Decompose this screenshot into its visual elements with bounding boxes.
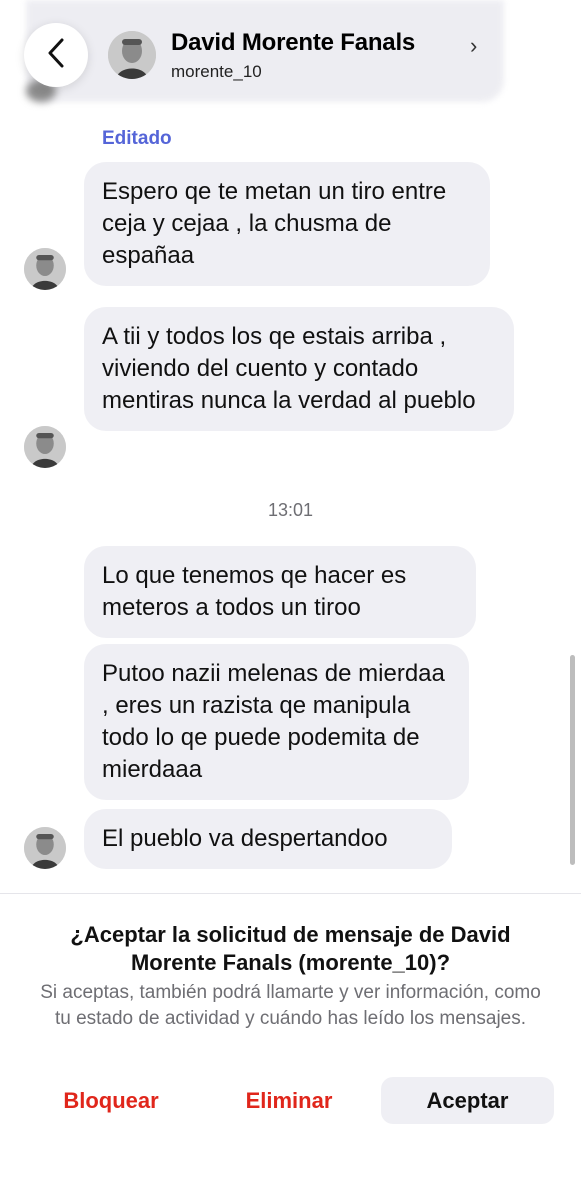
avatar bbox=[24, 827, 66, 869]
request-description: Si aceptas, también podrá llamarte y ver… bbox=[40, 982, 541, 1029]
message-bubble[interactable]: Lo que tenemos qe hacer es meteros a tod… bbox=[84, 546, 476, 638]
block-button[interactable]: Bloquear bbox=[36, 1077, 186, 1124]
chevron-right-icon[interactable]: › bbox=[470, 33, 477, 59]
avatar bbox=[24, 426, 66, 468]
edited-label: Editado bbox=[102, 128, 172, 149]
divider bbox=[0, 893, 581, 894]
request-title: ¿Aceptar la solicitud de mensaje de Davi… bbox=[70, 922, 511, 975]
back-button[interactable] bbox=[24, 23, 88, 87]
person-photo-icon bbox=[24, 426, 66, 468]
message-timestamp: 13:01 bbox=[267, 500, 314, 520]
message-bubble[interactable]: El pueblo va despertandoo bbox=[84, 809, 452, 869]
avatar[interactable] bbox=[108, 31, 156, 79]
contact-name[interactable]: David Morente Fanals bbox=[171, 29, 415, 57]
message-bubble[interactable]: Espero qe te metan un tiro entre ceja y … bbox=[84, 162, 490, 286]
person-photo-icon bbox=[24, 827, 66, 869]
message-bubble[interactable]: A tii y todos los qe estais arriba , viv… bbox=[84, 307, 514, 431]
chevron-left-icon bbox=[45, 37, 67, 74]
message-bubble[interactable]: Putoo nazii melenas de mierdaa , eres un… bbox=[84, 644, 469, 800]
conversation-header: David Morente Fanals › morente_10 bbox=[0, 0, 581, 118]
person-photo-icon bbox=[24, 248, 66, 290]
accept-button[interactable]: Aceptar bbox=[381, 1077, 554, 1124]
avatar bbox=[24, 248, 66, 290]
scrollbar[interactable] bbox=[570, 655, 575, 865]
contact-username: morente_10 bbox=[171, 62, 262, 81]
delete-button[interactable]: Eliminar bbox=[214, 1077, 364, 1124]
person-photo-icon bbox=[108, 31, 156, 79]
